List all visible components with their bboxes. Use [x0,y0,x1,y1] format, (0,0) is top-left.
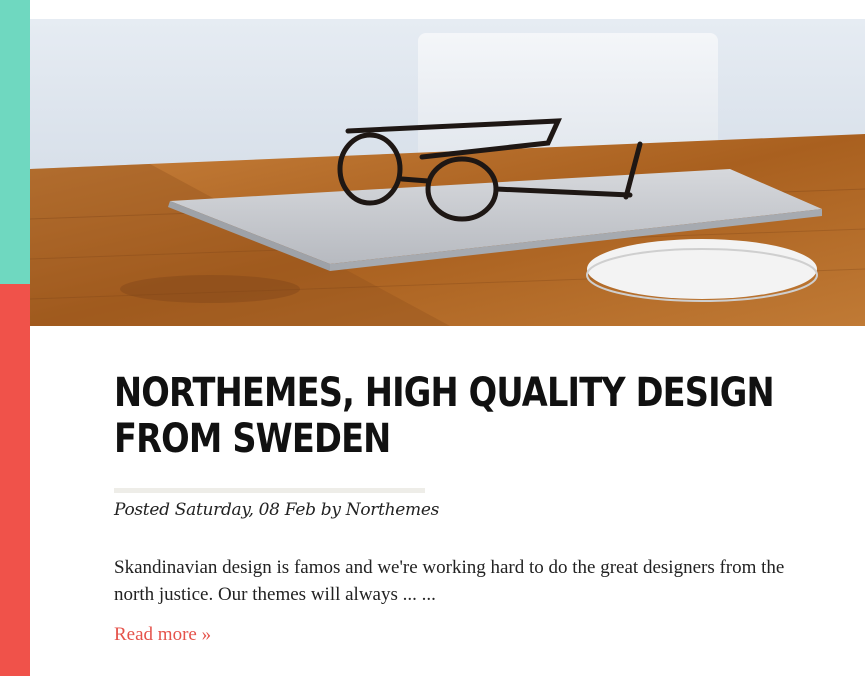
accent-bar-teal [0,0,30,284]
accent-bar-red [0,284,30,676]
post-meta: Posted Saturday, 08 Feb by Northemes [114,500,440,520]
read-more-link[interactable]: Read more » [114,624,211,646]
title-divider [114,488,425,493]
post-excerpt: Skandinavian design is famos and we're w… [114,557,785,605]
featured-image[interactable] [30,19,865,326]
blog-post: NORTHEMES, HIGH QUALITY DESIGN FROM SWED… [114,370,814,646]
post-title[interactable]: NORTHEMES, HIGH QUALITY DESIGN FROM SWED… [114,370,811,462]
